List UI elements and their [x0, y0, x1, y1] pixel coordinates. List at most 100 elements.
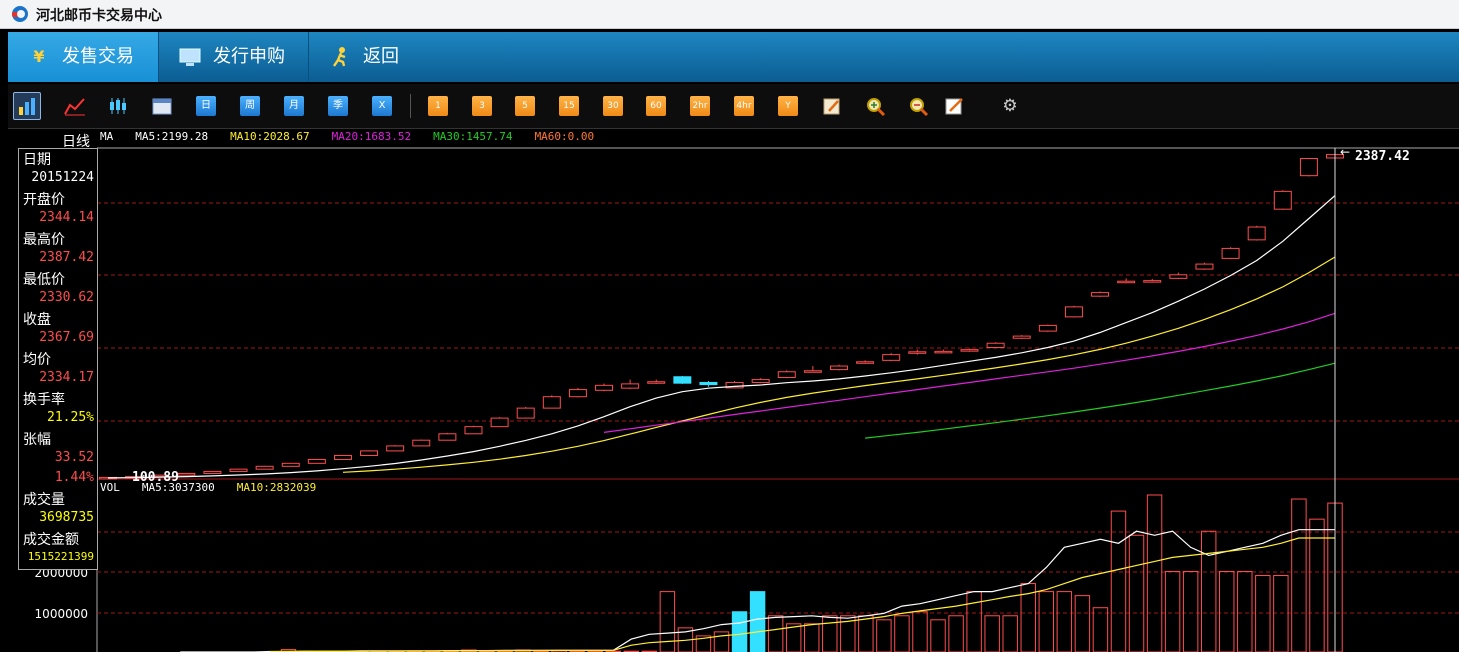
max-arrow: ←: [1340, 145, 1350, 159]
volume-bar: [984, 615, 1000, 652]
candle-body: [829, 365, 848, 371]
volume-bar: [930, 619, 946, 652]
max-price-label: 2387.42: [1355, 149, 1410, 164]
candle-body: [438, 433, 457, 441]
change-label: 张幅: [23, 432, 51, 448]
candle-body: [595, 384, 614, 391]
avg-value: 2334.17: [39, 370, 94, 385]
volume-bar: [1200, 530, 1217, 652]
candle-body: [386, 445, 405, 452]
amount-value: 1515221399: [27, 550, 94, 563]
volume-bar: [1002, 615, 1018, 652]
candle-body: [255, 465, 274, 470]
volume-bar: [948, 615, 964, 652]
candle-body: [1221, 247, 1240, 259]
volume-bar: [1128, 534, 1145, 652]
candle-body: [1064, 306, 1083, 318]
ma60-legend: MA60:0.00: [534, 130, 595, 143]
candle-body: [412, 439, 431, 447]
volume-bar: [894, 615, 910, 652]
candle-body: [1012, 335, 1031, 339]
open-value: 2344.14: [39, 210, 94, 225]
candle-body: [934, 350, 953, 354]
high-value: 2387.42: [39, 250, 94, 265]
candle-body: [1299, 158, 1318, 177]
candle-body: [307, 458, 326, 464]
vol-axis-tick-1m: 1000000: [35, 607, 88, 621]
candle-body: [1143, 280, 1162, 283]
close-label: 收盘: [23, 312, 51, 328]
volume-bar: [804, 623, 820, 652]
candle-body: [1247, 226, 1266, 241]
volume-bar: [912, 611, 928, 652]
candle-body: [699, 381, 718, 386]
avg-label: 均价: [23, 352, 51, 368]
volume-bar: [1219, 570, 1235, 652]
turnover-label: 换手率: [23, 392, 65, 408]
kline-chart[interactable]: 2387.42 ← 100.89 2000000 1000000: [0, 0, 1459, 652]
candle-body: [333, 454, 352, 460]
ma20-legend: MA20:1683.52: [331, 130, 412, 143]
candle-body: [229, 468, 248, 472]
ma20-line: [603, 312, 1336, 433]
volume-bar: [1273, 575, 1289, 652]
change-pct-value: 1.44%: [54, 470, 94, 485]
candle-body: [542, 396, 561, 409]
close-value: 2367.69: [39, 330, 94, 345]
ma30-line: [865, 362, 1336, 439]
ma-lines-layer: [107, 195, 1336, 479]
candle-body: [908, 351, 927, 354]
candle-body: [568, 389, 587, 398]
volume-bar: [1092, 607, 1109, 652]
volume-label: 成交量: [23, 492, 65, 508]
candles-layer: [99, 151, 1344, 480]
candle-body: [281, 462, 300, 467]
volume-bar: [1237, 570, 1253, 652]
candle-body: [856, 361, 875, 364]
ma5-legend: MA5:2199.28: [135, 130, 209, 143]
candle-body: [360, 450, 379, 456]
candle-body: [516, 407, 535, 419]
volume-bar: [1309, 518, 1325, 652]
candle-body: [673, 376, 692, 384]
vol-ma10-legend: MA10:2832039: [236, 481, 317, 494]
high-label: 最高价: [23, 232, 65, 248]
low-value: 2330.62: [39, 290, 94, 305]
volume-bar: [731, 611, 748, 652]
date-value: 20151224: [31, 170, 94, 185]
candle-body: [1117, 280, 1136, 284]
volume-bar: [876, 619, 892, 652]
amount-label: 成交金额: [23, 532, 79, 548]
volume-bar: [1038, 591, 1055, 652]
volume-bar: [1182, 570, 1199, 652]
vol-legend: VOL MA5:3037300 MA10:2832039: [100, 481, 338, 494]
vol-prefix: VOL: [100, 481, 120, 494]
open-label: 开盘价: [23, 192, 65, 208]
volume-bar: [659, 591, 676, 652]
ma-prefix: MA: [100, 130, 114, 143]
volume-bar: [1056, 591, 1073, 652]
volume-bar: [1291, 498, 1307, 652]
ma30-legend: MA30:1457.74: [433, 130, 513, 143]
change-value: 33.52: [54, 450, 94, 465]
candle-body: [490, 417, 509, 428]
volume-bar: [858, 615, 874, 652]
candle-body: [882, 354, 901, 361]
ma10-legend: MA10:2028.67: [230, 130, 310, 143]
volume-bar: [749, 591, 766, 652]
ma-legend: MA MA5:2199.28 MA10:2028.67 MA20:1683.52 MA3…: [100, 130, 616, 143]
low-label: 最低价: [23, 272, 65, 288]
candle-body: [203, 470, 222, 474]
candle-body: [464, 426, 483, 435]
volume-bar: [1164, 570, 1181, 652]
candle-body: [621, 383, 640, 389]
volume-bar: [822, 615, 838, 652]
candle-body: [803, 370, 822, 373]
candle-body: [751, 379, 770, 383]
chart-grid: [96, 147, 1459, 652]
volume-bar: [966, 591, 982, 652]
candle-body: [777, 371, 796, 378]
volume-bar: [1255, 575, 1271, 652]
volume-value: 3698735: [39, 510, 94, 525]
candle-body: [1091, 292, 1110, 297]
